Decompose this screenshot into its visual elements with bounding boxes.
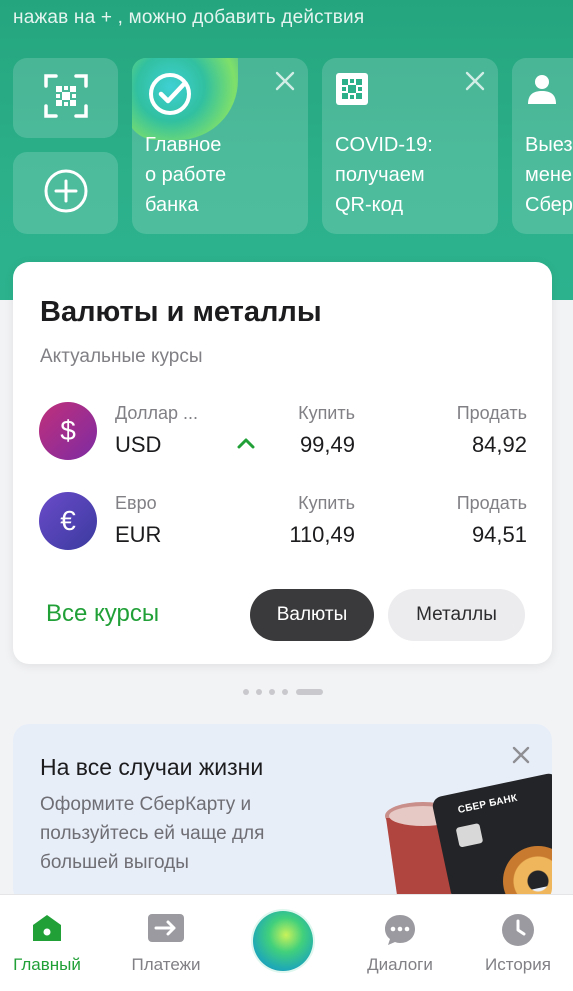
sell-value: 84,92 (471, 432, 527, 457)
close-icon[interactable] (464, 70, 486, 92)
currencies-toggle-button[interactable]: Валюты (250, 589, 374, 641)
promo-title: На все случаи жизни (40, 754, 264, 780)
rate-row-eur[interactable]: € Евро EUR Купить 110,49 Продать 94,51 (39, 490, 527, 554)
clock-icon (501, 913, 535, 952)
add-action-button[interactable] (13, 152, 118, 234)
all-rates-link[interactable]: Все курсы (46, 600, 159, 628)
rate-row-usd[interactable]: $ Доллар ... USD Купить 99,49 Продать 84… (39, 400, 527, 464)
plus-circle-icon (43, 168, 89, 219)
dollar-icon: $ (39, 402, 97, 460)
nav-label: Платежи (131, 955, 201, 974)
pager-dot-active[interactable] (296, 689, 323, 695)
sber-logo-icon (146, 70, 194, 123)
nav-label: Главный (13, 955, 81, 974)
metals-toggle-button[interactable]: Металлы (388, 589, 525, 641)
promo-banner[interactable]: На все случаи жизни Оформите СберКарту и… (13, 724, 552, 904)
euro-icon: € (39, 492, 97, 550)
pager-dot[interactable] (256, 689, 262, 695)
close-icon[interactable] (274, 70, 296, 92)
buy-value: 110,49 (289, 522, 355, 547)
card-title: Валюты и металлы (40, 296, 322, 328)
card-chip-icon (455, 823, 484, 848)
nav-label: История (485, 955, 551, 974)
card-brand-label: СБЕР БАНК (456, 792, 519, 817)
promo-text: Оформите СберКарту и пользуйтесь ей чаще… (40, 794, 265, 873)
transfer-arrow-icon (147, 913, 185, 948)
nav-main[interactable]: Главный (0, 895, 102, 991)
currency-name: Доллар ... (115, 403, 199, 423)
qr-scan-button[interactable] (13, 58, 118, 138)
qr-code-icon (335, 72, 369, 111)
story-card-manager-visit[interactable]: Выез мене Сбер (512, 58, 573, 234)
nav-dialogs[interactable]: Диалоги (345, 895, 455, 991)
qr-scan-icon (43, 73, 89, 124)
nav-history[interactable]: История (463, 895, 573, 991)
sell-value: 94,51 (471, 522, 527, 547)
close-icon[interactable] (512, 746, 530, 769)
bottom-navigation: Главный Платежи Диалоги История (0, 894, 573, 991)
pager-dot[interactable] (282, 689, 288, 695)
chat-bubble-icon (383, 913, 417, 952)
assistant-orb-button[interactable] (253, 911, 313, 971)
pager-dot[interactable] (269, 689, 275, 695)
buy-label: Купить (298, 403, 355, 423)
customize-hint: нажав на + , можно добавить действия (13, 7, 365, 28)
person-icon (525, 72, 559, 111)
header-area: нажав на + , можно добавить действия Гла… (0, 0, 573, 300)
pager-dot[interactable] (243, 689, 249, 695)
home-icon (29, 913, 65, 948)
currency-code: USD (115, 432, 162, 457)
sell-label: Продать (456, 493, 527, 513)
currency-name: Евро (115, 493, 157, 513)
story-card-covid-qr[interactable]: COVID-19: получаем QR-код (322, 58, 498, 234)
card-subtitle: Актуальные курсы (40, 346, 203, 367)
buy-value: 99,49 (299, 432, 355, 457)
nav-payments[interactable]: Платежи (111, 895, 221, 991)
story-title: Выез мене Сбер (525, 134, 573, 216)
currency-code: EUR (115, 522, 162, 547)
story-title: COVID-19: получаем QR-код (335, 134, 433, 216)
sell-label: Продать (456, 403, 527, 423)
story-card-bank-news[interactable]: Главное о работе банка (132, 58, 308, 234)
trend-up-icon (237, 436, 255, 454)
buy-label: Купить (298, 493, 355, 513)
story-title: Главное о работе банка (145, 134, 227, 216)
nav-label: Диалоги (367, 955, 433, 974)
currency-rates-card: Валюты и металлы Актуальные курсы $ Долл… (13, 262, 552, 664)
